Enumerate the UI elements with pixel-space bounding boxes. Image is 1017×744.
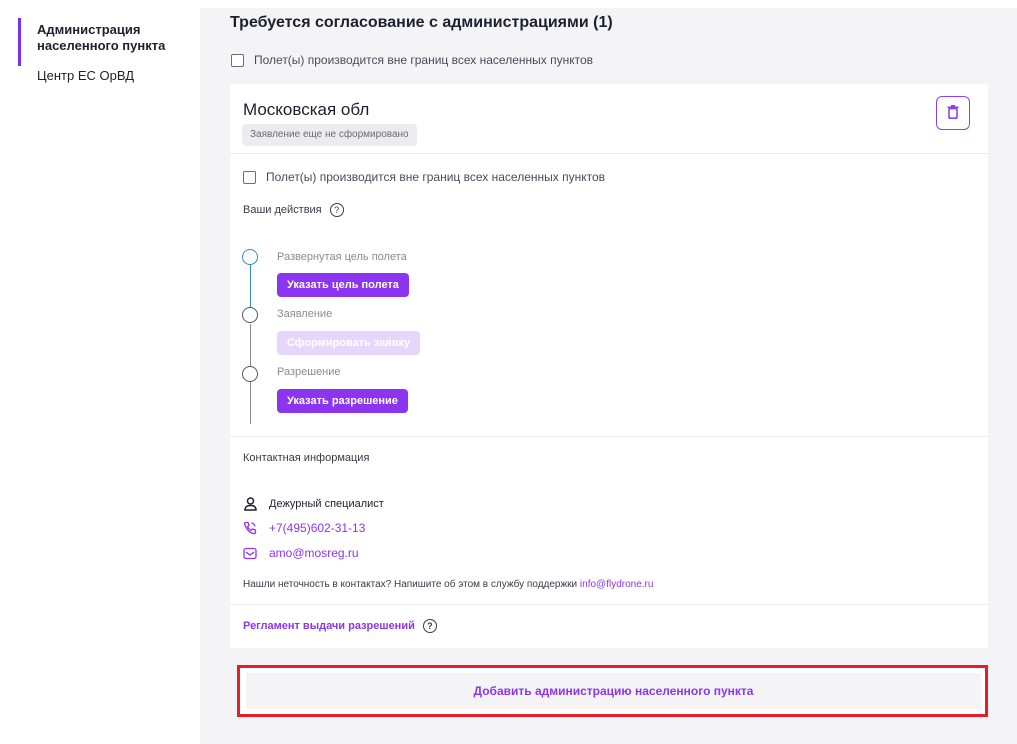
sidebar: Администрация населенного пункта Центр Е… xyxy=(8,8,200,744)
support-note: Нашли неточность в контактах? Напишите о… xyxy=(243,579,653,590)
contact-email-row[interactable]: amo@mosreg.ru xyxy=(243,546,359,560)
timeline-step-marker xyxy=(242,307,258,323)
card-title: Московская обл xyxy=(243,100,370,119)
divider xyxy=(230,153,988,154)
phone-icon xyxy=(243,521,257,535)
person-icon xyxy=(243,497,257,511)
contact-person-label: Дежурный специалист xyxy=(269,498,384,510)
regulation-link-label[interactable]: Регламент выдачи разрешений xyxy=(243,620,415,632)
sidebar-item-label: Администрация населенного пункта xyxy=(37,22,166,53)
card-outside-settlements-checkbox[interactable] xyxy=(243,170,256,184)
administration-card: Московская обл Заявление еще не сформиро… xyxy=(230,84,988,648)
contact-phone-row[interactable]: +7(495)602-31-13 xyxy=(243,521,365,535)
sidebar-item-label: Центр ЕС ОрВД xyxy=(37,68,135,83)
help-icon[interactable]: ? xyxy=(329,203,344,217)
form-application-button[interactable]: Сформировать заявку xyxy=(277,331,421,355)
outside-settlements-checkbox[interactable] xyxy=(231,53,244,67)
page-title: Требуется согласование с администрациями… xyxy=(230,14,613,31)
support-email-link[interactable]: info@flydrone.ru xyxy=(580,579,654,590)
card-outside-settlements-checkbox-row[interactable]: Полет(ы) производится вне границ всех на… xyxy=(243,170,605,184)
outside-settlements-checkbox-row[interactable]: Полет(ы) производится вне границ всех на… xyxy=(231,53,593,67)
step-label-application: Заявление xyxy=(277,308,333,320)
contact-phone-link[interactable]: +7(495)602-31-13 xyxy=(269,521,365,535)
sidebar-item-orvd-center[interactable]: Центр ЕС ОрВД xyxy=(18,68,198,84)
mail-icon xyxy=(243,546,257,560)
step-label-permission: Разрешение xyxy=(277,366,341,378)
trash-icon xyxy=(947,104,959,122)
actions-label: Ваши действия xyxy=(243,204,322,216)
step-label-flight-purpose: Развернутая цель полета xyxy=(277,251,407,263)
delete-button[interactable] xyxy=(936,96,970,130)
status-badge: Заявление еще не сформировано xyxy=(242,124,417,146)
contact-person-row: Дежурный специалист xyxy=(243,497,384,511)
specify-permission-button[interactable]: Указать разрешение xyxy=(277,389,408,413)
outside-settlements-label: Полет(ы) производится вне границ всех на… xyxy=(254,53,593,67)
divider xyxy=(230,436,988,437)
contact-email-link[interactable]: amo@mosreg.ru xyxy=(269,546,359,560)
timeline-step-marker xyxy=(242,249,258,265)
sidebar-item-settlement-administration[interactable]: Администрация населенного пункта xyxy=(18,18,198,66)
support-note-text: Нашли неточность в контактах? Напишите о… xyxy=(243,579,578,590)
specify-flight-purpose-button[interactable]: Указать цель полета xyxy=(277,273,409,297)
regulation-link[interactable]: Регламент выдачи разрешений ? xyxy=(243,619,437,633)
contact-info-heading: Контактная информация xyxy=(243,452,370,464)
card-outside-settlements-label: Полет(ы) производится вне границ всех на… xyxy=(266,170,605,184)
timeline-step-marker xyxy=(242,366,258,382)
help-icon[interactable]: ? xyxy=(422,619,437,633)
add-administration-button[interactable]: Добавить администрацию населенного пункт… xyxy=(246,673,981,709)
divider xyxy=(230,604,988,605)
actions-heading: Ваши действия ? xyxy=(243,203,344,217)
